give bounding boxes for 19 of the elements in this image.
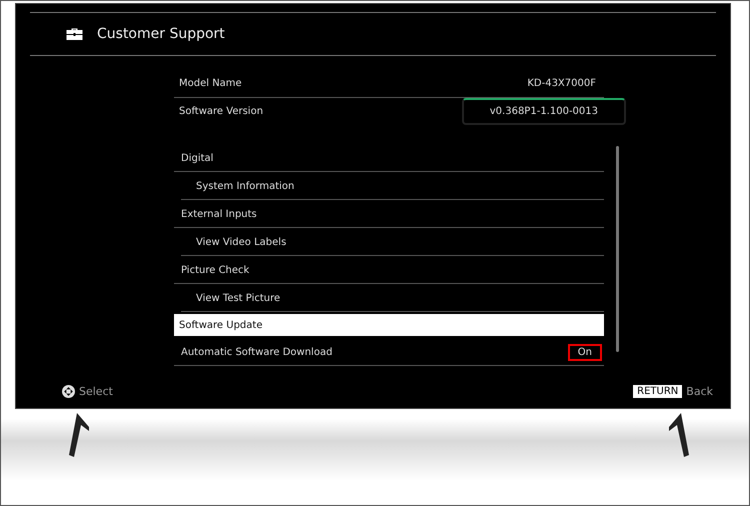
menu-item[interactable]: Automatic Software Download On <box>174 339 604 366</box>
setting-value: On <box>568 344 602 360</box>
screen-title: Customer Support <box>97 26 225 42</box>
info-label: Model Name <box>179 78 242 89</box>
dpad-icon <box>62 385 75 398</box>
menu-item[interactable]: Software Update <box>174 314 604 336</box>
info-label: Software Version <box>179 106 264 117</box>
menu-item[interactable]: System Information <box>181 173 604 200</box>
return-key: RETURN <box>633 385 682 398</box>
menu-item[interactable]: Picture Check <box>174 257 604 284</box>
menu-item[interactable]: External Inputs <box>174 201 604 228</box>
version-value-box: v0.368P1-1.100-0013 <box>462 98 626 125</box>
hint-label: Back <box>686 385 713 398</box>
hint-label: Select <box>79 385 113 398</box>
menu-item[interactable]: View Test Picture <box>181 285 604 312</box>
menu-item[interactable]: Digital <box>174 145 604 172</box>
toolbox-icon <box>66 28 83 40</box>
menu-item[interactable]: View Video Labels <box>181 229 604 256</box>
info-value: KD-43X7000F <box>527 78 597 89</box>
